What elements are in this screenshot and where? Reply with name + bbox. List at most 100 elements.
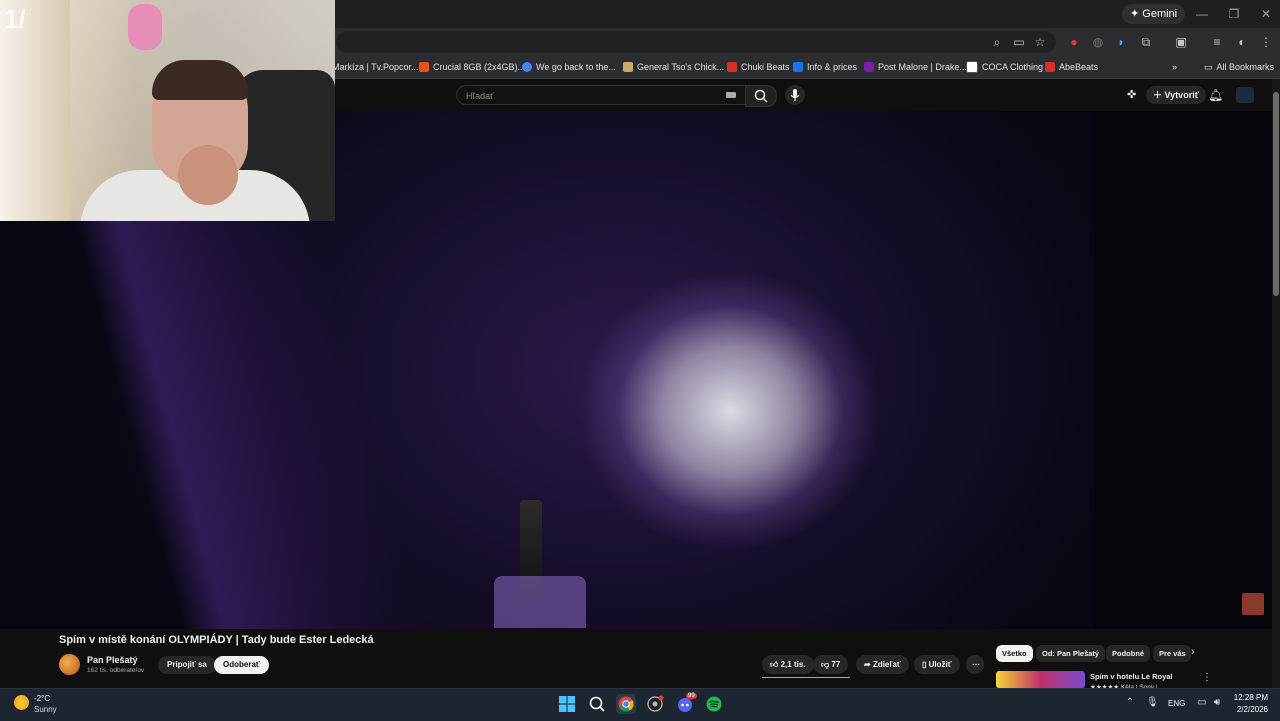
- recorder-app-icon: [647, 695, 664, 712]
- like-button[interactable]: 👍︎ 2,1 tis.: [762, 655, 814, 674]
- notifications-bell-icon[interactable]: 🔔︎: [1208, 88, 1223, 102]
- recommendation-menu-icon[interactable]: ⋮: [1202, 672, 1212, 683]
- search-input[interactable]: Hľadať: [456, 85, 746, 105]
- bookmark-favicon-icon: [1045, 62, 1055, 72]
- discord-notification-badge: 99: [686, 693, 697, 699]
- taskbar-discord-button[interactable]: 99: [675, 693, 697, 714]
- webcam-person-hand: [178, 145, 238, 205]
- clock-time[interactable]: 12:28 PM: [1230, 693, 1268, 702]
- bookmark-item[interactable]: We go back to the...: [522, 58, 616, 76]
- channel-name[interactable]: Pan Plešatý: [87, 655, 138, 665]
- chrome-icon: [618, 696, 634, 712]
- scrollbar-thumb[interactable]: [1273, 92, 1279, 296]
- tray-overflow-chevron-icon[interactable]: ⌃: [1124, 697, 1136, 709]
- maximize-icon[interactable]: ❐: [1222, 6, 1246, 22]
- search-icon: [589, 696, 605, 712]
- taskbar-app-button[interactable]: [645, 694, 665, 714]
- video-right-shade: [1094, 111, 1272, 629]
- weather-description[interactable]: Sunny: [34, 705, 57, 714]
- bookmark-item[interactable]: Post Malone | Drake...: [864, 58, 967, 76]
- reading-list-icon[interactable]: ≡: [1209, 34, 1225, 50]
- recommendation-title[interactable]: Spím v hotelu Le Royal: [1090, 672, 1173, 681]
- bookmark-item[interactable]: Markíza | Tv.Popcor...: [332, 58, 419, 76]
- keyboard-icon[interactable]: [726, 92, 736, 98]
- bookmark-label: General Tso's Chick...: [637, 62, 725, 72]
- start-button[interactable]: [557, 694, 577, 714]
- tray-network-icon[interactable]: ▭: [1196, 697, 1208, 709]
- extension-icon[interactable]: ◍: [1090, 34, 1106, 50]
- voice-search-button[interactable]: [785, 85, 805, 105]
- bookmark-item[interactable]: Chuki Beats: [727, 58, 790, 76]
- recommendation-thumbnail[interactable]: [996, 671, 1085, 688]
- weather-sun-icon[interactable]: [14, 695, 29, 710]
- bookmark-star-icon[interactable]: ☆: [1032, 34, 1048, 50]
- side-panel-icon[interactable]: ▣: [1173, 34, 1189, 50]
- bookmark-favicon-icon: [623, 62, 633, 72]
- channel-avatar[interactable]: [59, 654, 80, 675]
- address-bar[interactable]: [336, 31, 1056, 53]
- cast-icon[interactable]: ▭: [1011, 34, 1027, 50]
- bookmark-label: Post Malone | Drake...: [878, 62, 967, 72]
- bookmark-item[interactable]: Info & prices: [793, 58, 857, 76]
- profile-avatar-icon[interactable]: ◐: [1234, 34, 1250, 50]
- windows-logo-icon: [559, 696, 575, 712]
- minimize-icon[interactable]: —: [1190, 6, 1214, 22]
- share-arrow-icon: ➦: [864, 660, 871, 669]
- dislike-count: 77: [831, 660, 841, 669]
- search-button[interactable]: [745, 85, 777, 107]
- save-label: Uložiť: [928, 660, 952, 669]
- close-icon[interactable]: ✕: [1254, 6, 1278, 22]
- bookmark-label: Crucial 8GB (2x4GB)...: [433, 62, 526, 72]
- cast-to-tv-icon[interactable]: ✜: [1127, 89, 1139, 101]
- chip-for-you[interactable]: Pre vás: [1153, 645, 1191, 662]
- thumbs-down-icon: 👎︎: [821, 660, 830, 669]
- all-bookmarks-button[interactable]: ▭ All Bookmarks: [1204, 58, 1274, 76]
- save-bookmark-icon: ▯: [922, 660, 927, 669]
- extensions-puzzle-icon[interactable]: ⧉: [1138, 34, 1154, 50]
- subscribed-button[interactable]: Odoberať: [214, 656, 269, 674]
- taskbar-chrome-button[interactable]: [616, 694, 636, 714]
- save-button[interactable]: ▯ Uložiť: [914, 655, 960, 674]
- mini-thumbnail[interactable]: [1242, 593, 1264, 615]
- bookmark-item[interactable]: AbeBeats: [1045, 58, 1098, 76]
- share-button[interactable]: ➦ Zdieľať: [856, 655, 909, 674]
- folder-icon: ▭: [1204, 62, 1213, 72]
- weather-temperature[interactable]: -2°C: [34, 694, 50, 703]
- bookmark-item[interactable]: General Tso's Chick...: [623, 58, 724, 76]
- thumbs-up-icon: 👍︎: [770, 660, 779, 669]
- tray-volume-icon[interactable]: 🔊︎: [1211, 697, 1223, 709]
- extension-opera-icon[interactable]: ●: [1066, 34, 1082, 50]
- video-object-bag: [494, 576, 586, 628]
- chip-from-channel[interactable]: Od: Pan Plešatý: [1036, 645, 1106, 662]
- all-bookmarks-label: All Bookmarks: [1216, 62, 1275, 72]
- windows-taskbar: [0, 688, 1280, 721]
- bookmarks-overflow-icon[interactable]: »: [1172, 58, 1177, 76]
- dislike-button[interactable]: 👎︎ 77: [813, 655, 849, 674]
- chevron-right-icon[interactable]: ›: [1191, 646, 1195, 658]
- chip-related[interactable]: Podobné: [1106, 645, 1151, 662]
- bookmark-favicon-icon: [864, 62, 874, 72]
- search-icon: [754, 89, 768, 103]
- join-button[interactable]: Pripojiť sa: [158, 656, 216, 674]
- taskbar-search-button[interactable]: [587, 694, 607, 714]
- webcam-person-hair: [152, 60, 248, 100]
- account-avatar[interactable]: [1236, 87, 1254, 103]
- bookmark-item[interactable]: Crucial 8GB (2x4GB)...: [419, 58, 525, 76]
- share-label: Zdieľať: [872, 660, 901, 669]
- gemini-button[interactable]: ✦ Gemini: [1122, 4, 1186, 24]
- tray-microphone-icon[interactable]: 🎙︎: [1146, 697, 1159, 709]
- extension-audio-icon[interactable]: ◗: [1113, 34, 1129, 50]
- chip-all[interactable]: Všetko: [996, 645, 1033, 662]
- create-button[interactable]: ＋ Vytvoriť: [1146, 86, 1207, 104]
- more-actions-icon[interactable]: ⋯: [966, 655, 984, 674]
- subscriber-count: 162 tis. odberateľov: [87, 667, 145, 674]
- like-ratio-bar: [762, 677, 850, 678]
- bookmark-item[interactable]: COCA Clothing: [966, 58, 1043, 76]
- bookmark-label: AbeBeats: [1059, 62, 1099, 72]
- bookmark-favicon-icon: [419, 62, 429, 72]
- language-indicator[interactable]: ENG: [1168, 699, 1185, 708]
- clock-date[interactable]: 2/2/2026: [1230, 705, 1268, 714]
- taskbar-spotify-button[interactable]: [704, 694, 724, 714]
- zoom-icon[interactable]: ⌕: [989, 34, 1005, 50]
- menu-kebab-icon[interactable]: ⋮: [1258, 34, 1274, 50]
